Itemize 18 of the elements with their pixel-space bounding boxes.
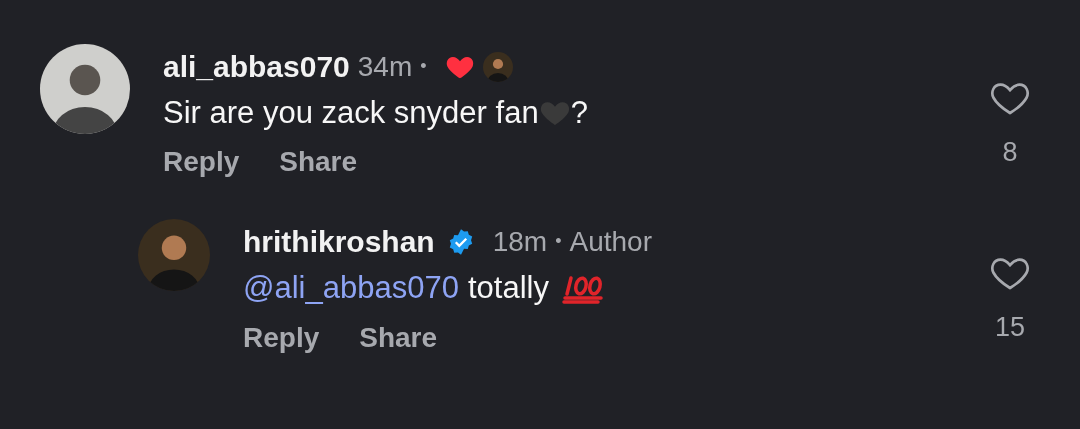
separator-dot: • (420, 55, 427, 78)
like-count: 8 (1002, 136, 1018, 169)
like-count: 15 (994, 311, 1025, 345)
comment-time: 18m (492, 224, 548, 259)
mention-link[interactable]: @ali_abbas070 (243, 268, 459, 309)
username[interactable]: hrithikroshan (243, 219, 435, 265)
comment-text: ? (570, 94, 588, 132)
author-label: Author (569, 224, 652, 259)
reply-button[interactable]: Reply (163, 141, 240, 184)
share-button[interactable]: Share (359, 316, 438, 359)
comment-time: 34m (357, 49, 413, 84)
comment-text: Sir are you zack snyder fan (163, 94, 539, 132)
username[interactable]: ali_abbas070 (163, 44, 350, 89)
reply-button[interactable]: Reply (243, 316, 320, 359)
author-avatar (482, 51, 513, 82)
share-button[interactable]: Share (279, 141, 358, 184)
comment-text: totally (467, 269, 549, 308)
separator-dot: • (555, 230, 562, 254)
